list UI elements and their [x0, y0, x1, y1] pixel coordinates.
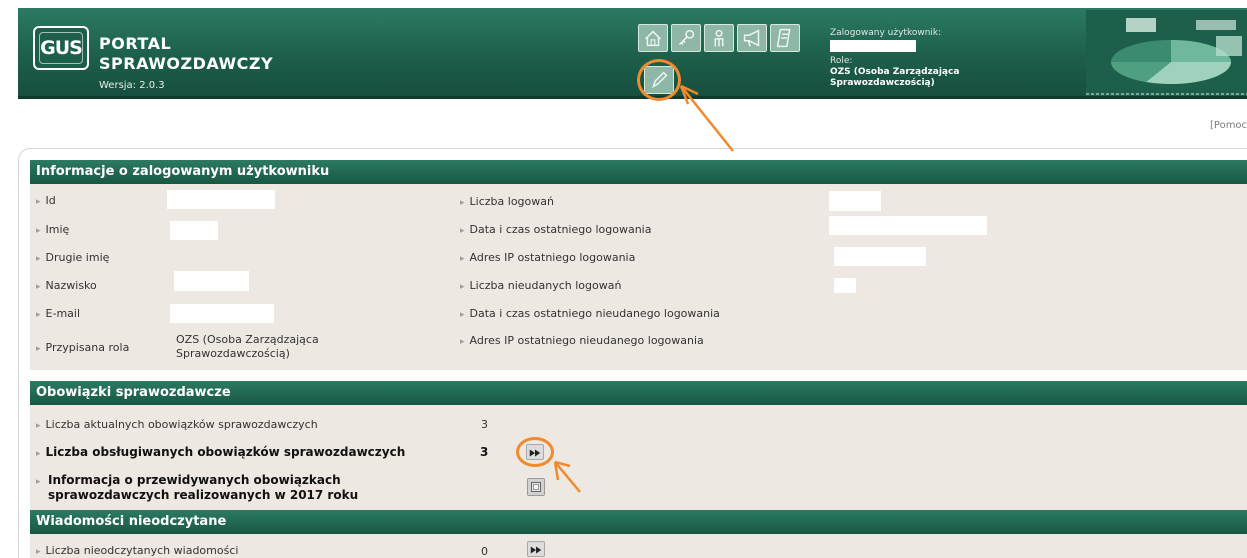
planned-obligations-document-button[interactable]: [527, 478, 545, 496]
label-email: E-mail: [36, 307, 81, 320]
label-failed-login-count: Liczba nieudanych logowań: [460, 279, 622, 292]
help-link[interactable]: [Pomoc]: [1210, 120, 1247, 131]
last-login-ip-redacted: [834, 247, 926, 266]
unread-messages-value: 0: [481, 545, 488, 558]
label-id: Id: [36, 194, 56, 207]
unread-messages-go-button[interactable]: [527, 541, 545, 557]
login-count-redacted: [829, 191, 881, 211]
label-surname: Nazwisko: [36, 279, 97, 292]
user-name-redacted: [830, 40, 916, 52]
id-value-redacted: [167, 190, 275, 209]
label-last-failed-login-time: Data i czas ostatniego nieudanego logowa…: [460, 307, 720, 320]
current-obligations-value: 3: [481, 418, 488, 431]
version-label: Wersja: 2.0.3: [99, 80, 165, 91]
assigned-role-line1: OZS (Osoba Zarządzająca: [176, 333, 319, 346]
assigned-role-line2: Sprawozdawczością): [176, 347, 290, 360]
label-current-obligations: Liczba aktualnych obowiązków sprawozdawc…: [36, 418, 318, 431]
label-assigned-role: Przypisana rola: [36, 341, 130, 354]
info-person-icon[interactable]: [704, 24, 734, 52]
portal-title-line2: SPRAWOZDAWCZY: [99, 54, 274, 73]
first-name-redacted: [170, 221, 218, 240]
header-chart-graphic: [1086, 10, 1247, 96]
email-redacted: [170, 304, 274, 323]
app-header: GUS PORTAL SPRAWOZDAWCZY Wersja: 2.0.3 Z…: [18, 8, 1247, 101]
portal-title: PORTAL SPRAWOZDAWCZY: [99, 34, 273, 74]
surname-redacted: [174, 271, 249, 291]
document-icon[interactable]: [770, 24, 800, 52]
role-label: Role:: [830, 56, 853, 66]
annotation-circle-edit: [637, 59, 681, 101]
handled-obligations-value: 3: [480, 445, 489, 459]
label-last-login-time: Data i czas ostatniego logowania: [460, 223, 652, 236]
obligations-header: Obowiązki sprawozdawcze: [30, 381, 1247, 405]
home-icon[interactable]: [638, 24, 668, 52]
megaphone-icon[interactable]: [737, 24, 767, 52]
assigned-role-value: OZS (Osoba Zarządzająca Sprawozdawczości…: [176, 333, 319, 361]
label-unread-messages: Liczba nieodczytanych wiadomości: [36, 544, 239, 557]
label-planned-obligations-info: Informacja o przewidywanych obowiązkach …: [36, 473, 358, 502]
messages-header: Wiadomości nieodczytane: [30, 510, 1247, 534]
planned-obligations-line2: sprawozdawczych realizowanych w 2017 rok…: [48, 488, 359, 502]
label-handled-obligations: Liczba obsługiwanych obowiązków sprawozd…: [36, 445, 406, 459]
last-login-time-redacted: [829, 216, 987, 235]
label-first-name: Imię: [36, 223, 70, 236]
failed-login-count-redacted: [834, 278, 856, 293]
gus-logo: GUS: [33, 26, 89, 70]
key-icon[interactable]: [671, 24, 701, 52]
label-last-login-ip: Adres IP ostatniego logowania: [460, 251, 636, 264]
annotation-circle-go: [516, 437, 554, 467]
role-value: OZS (Osoba Zarządzająca Sprawozdawczości…: [830, 67, 960, 88]
planned-obligations-line1: Informacja o przewidywanych obowiązkach: [48, 473, 341, 487]
label-login-count: Liczba logowań: [460, 195, 554, 208]
label-last-failed-login-ip: Adres IP ostatniego nieudanego logowania: [460, 334, 704, 347]
logged-user-label: Zalogowany użytkownik:: [830, 28, 942, 38]
portal-title-line1: PORTAL: [99, 34, 172, 53]
label-second-name: Drugie imię: [36, 251, 110, 264]
user-info-header: Informacje o zalogowanym użytkowniku: [30, 160, 1247, 184]
